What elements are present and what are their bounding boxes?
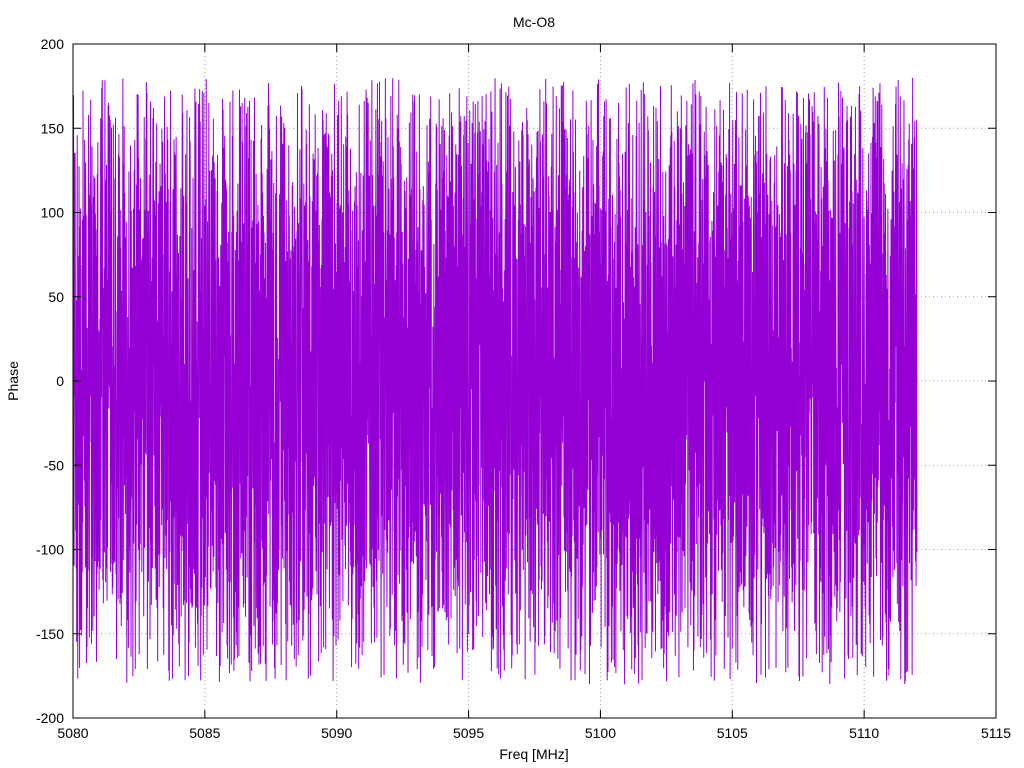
x-tick-label: 5110 <box>849 725 879 741</box>
x-tick-label: 5080 <box>57 725 88 741</box>
y-tick-label: 150 <box>41 120 65 136</box>
phase-series-line <box>72 77 918 685</box>
y-axis-label: Phase <box>5 361 21 401</box>
phase-chart: Mc-O8 5080 5085 5090 5095 5100 5105 5110 5115 -… <box>5 14 1011 762</box>
x-tick-label: 5095 <box>453 725 484 741</box>
x-axis-label: Freq [MHz] <box>499 746 568 762</box>
x-tick-label: 5115 <box>981 725 1011 741</box>
y-tick-labels: -200 -150 -100 -50 0 50 100 150 200 <box>36 36 64 726</box>
y-tick-label: -200 <box>36 710 64 726</box>
chart-title: Mc-O8 <box>513 14 555 30</box>
x-tick-label: 5100 <box>585 725 616 741</box>
y-tick-label: 200 <box>41 36 65 52</box>
x-tick-label: 5090 <box>321 725 352 741</box>
series-group <box>72 77 918 685</box>
y-tick-label: 0 <box>56 373 64 389</box>
y-tick-label: 100 <box>41 205 65 221</box>
y-tick-label: -100 <box>36 542 64 558</box>
x-tick-label: 5085 <box>189 725 220 741</box>
y-tick-label: -50 <box>44 457 64 473</box>
x-tick-label: 5105 <box>717 725 748 741</box>
y-tick-label: 50 <box>48 289 64 305</box>
x-tick-labels: 5080 5085 5090 5095 5100 5105 5110 5115 <box>57 725 1011 741</box>
y-tick-label: -150 <box>36 626 64 642</box>
